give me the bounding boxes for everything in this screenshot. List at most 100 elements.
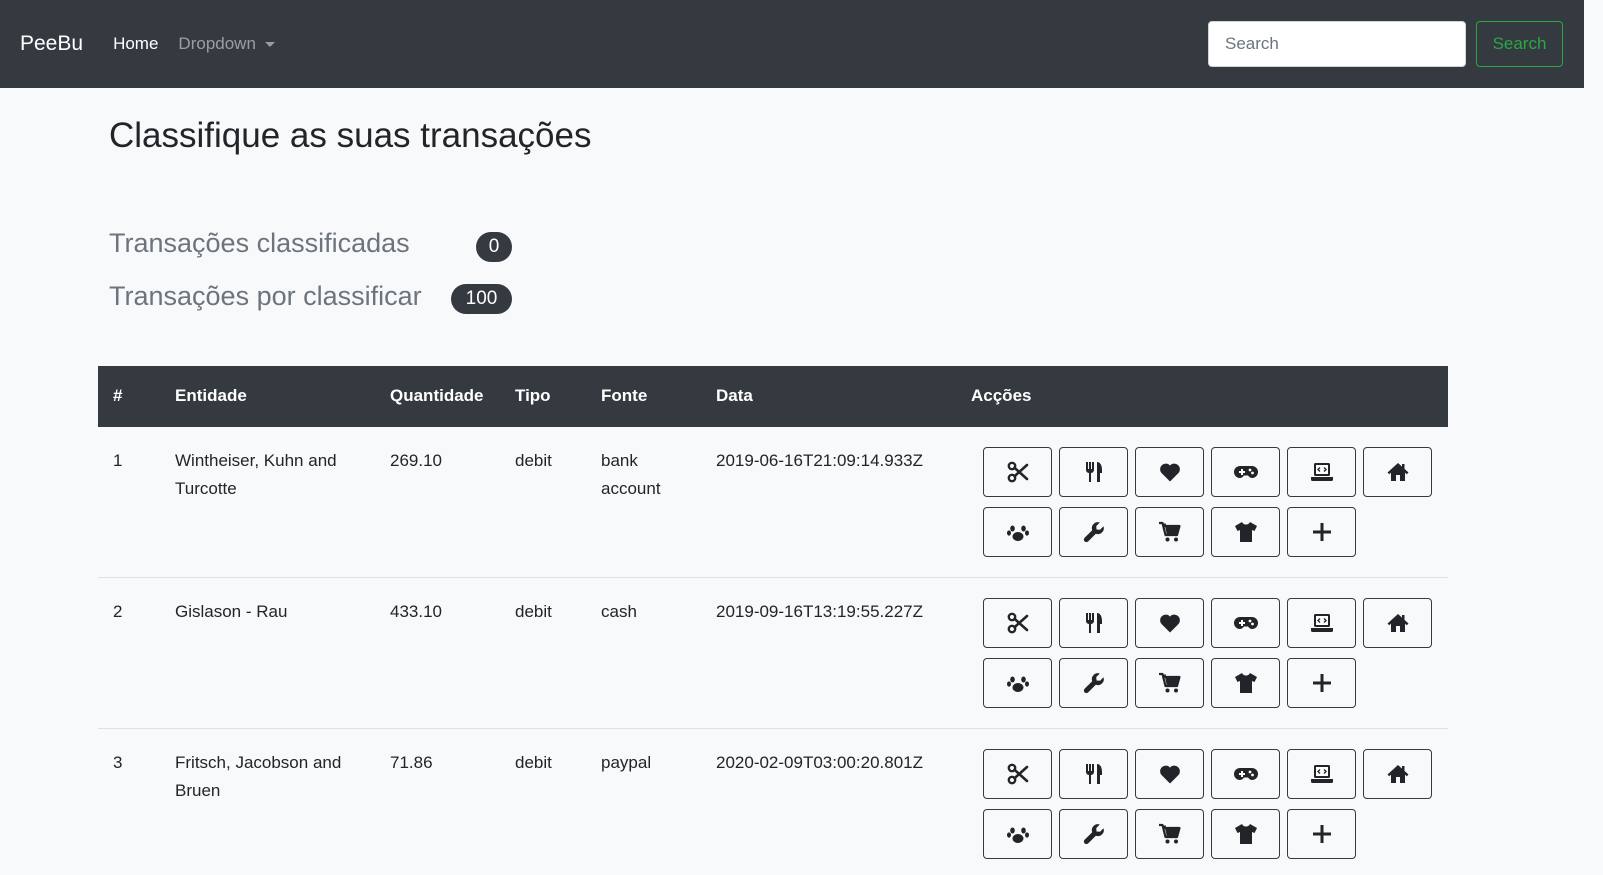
heart-button[interactable] [1135, 598, 1204, 648]
laptop-code-button[interactable] [1287, 598, 1356, 648]
cell-date: 2020-02-09T03:00:20.801Z [716, 753, 923, 772]
plus-icon [1312, 523, 1331, 541]
wrench-button[interactable] [1059, 658, 1128, 708]
plus-button[interactable] [1287, 809, 1356, 859]
scissors-button[interactable] [983, 598, 1052, 648]
scissors-button[interactable] [983, 749, 1052, 799]
plus-icon [1312, 674, 1331, 692]
header-date: Data [716, 386, 753, 405]
cell-entity: Fritsch, Jacobson and Bruen [175, 753, 342, 800]
laptop-code-icon [1310, 765, 1333, 783]
utensils-icon [1085, 613, 1102, 633]
stat-classified-label: Transações classificadas [109, 228, 410, 258]
heart-icon [1159, 463, 1180, 482]
wrench-button[interactable] [1059, 507, 1128, 557]
cell-source: paypal [601, 753, 652, 772]
navbar: PeeBu Home Dropdown Search [0, 0, 1584, 88]
caret-down-icon [264, 41, 275, 47]
paw-icon [1006, 676, 1029, 692]
heart-icon [1159, 614, 1180, 633]
wrench-icon [1083, 824, 1104, 845]
cell-quantity: 71.86 [390, 753, 433, 772]
utensils-button[interactable] [1059, 749, 1128, 799]
home-button[interactable] [1363, 598, 1432, 648]
paw-button[interactable] [983, 507, 1052, 557]
cell-date: 2019-09-16T13:19:55.227Z [716, 602, 923, 621]
cell-entity: Wintheiser, Kuhn and Turcotte [175, 451, 337, 498]
cell-type: debit [515, 451, 552, 470]
gamepad-icon [1233, 466, 1258, 478]
nav-link-home[interactable]: Home [113, 34, 158, 54]
stat-unclassified-badge: 100 [451, 284, 512, 314]
home-button[interactable] [1363, 447, 1432, 497]
plus-button[interactable] [1287, 507, 1356, 557]
home-icon [1387, 463, 1408, 481]
tshirt-button[interactable] [1211, 658, 1280, 708]
plus-icon [1312, 825, 1331, 843]
header-quantity: Quantidade [390, 386, 484, 405]
search-button[interactable]: Search [1476, 21, 1563, 67]
search-input[interactable] [1208, 21, 1466, 67]
cart-icon [1158, 823, 1181, 844]
cell-quantity: 433.10 [390, 602, 442, 621]
cell-quantity: 269.10 [390, 451, 442, 470]
gamepad-icon [1233, 768, 1258, 780]
cell-num: 1 [113, 451, 123, 470]
cart-button[interactable] [1135, 658, 1204, 708]
header-entity: Entidade [175, 386, 247, 405]
header-num: # [113, 386, 123, 405]
cell-source: bank account [601, 451, 661, 498]
nav-dropdown[interactable]: Dropdown [178, 34, 275, 54]
cell-source: cash [601, 602, 637, 621]
scissors-icon [1007, 461, 1028, 483]
table-row: 1 Wintheiser, Kuhn and Turcotte 269.10 d… [98, 427, 1448, 578]
gamepad-button[interactable] [1211, 749, 1280, 799]
page-title: Classifique as suas transações [109, 116, 592, 155]
gamepad-button[interactable] [1211, 447, 1280, 497]
table-row: 2 Gislason - Rau 433.10 debit cash 2019-… [98, 578, 1448, 729]
brand-logo[interactable]: PeeBu [20, 32, 83, 56]
utensils-button[interactable] [1059, 598, 1128, 648]
cell-date: 2019-06-16T21:09:14.933Z [716, 451, 923, 470]
laptop-code-button[interactable] [1287, 749, 1356, 799]
header-type: Tipo [515, 386, 551, 405]
heart-button[interactable] [1135, 447, 1204, 497]
tshirt-button[interactable] [1211, 809, 1280, 859]
cart-icon [1158, 521, 1181, 542]
tshirt-icon [1234, 824, 1257, 844]
scissors-button[interactable] [983, 447, 1052, 497]
paw-icon [1006, 525, 1029, 541]
paw-button[interactable] [983, 658, 1052, 708]
home-icon [1387, 614, 1408, 632]
tshirt-icon [1234, 673, 1257, 693]
cart-icon [1158, 672, 1181, 693]
tshirt-button[interactable] [1211, 507, 1280, 557]
cart-button[interactable] [1135, 507, 1204, 557]
wrench-icon [1083, 522, 1104, 543]
home-button[interactable] [1363, 749, 1432, 799]
utensils-button[interactable] [1059, 447, 1128, 497]
cell-entity: Gislason - Rau [175, 602, 288, 621]
gamepad-button[interactable] [1211, 598, 1280, 648]
cart-button[interactable] [1135, 809, 1204, 859]
table-row: 3 Fritsch, Jacobson and Bruen 71.86 debi… [98, 729, 1448, 875]
paw-button[interactable] [983, 809, 1052, 859]
paw-icon [1006, 827, 1029, 843]
header-actions: Acções [971, 386, 1032, 405]
scissors-icon [1007, 612, 1028, 634]
utensils-icon [1085, 764, 1102, 784]
tshirt-icon [1234, 522, 1257, 542]
cell-type: debit [515, 753, 552, 772]
wrench-icon [1083, 673, 1104, 694]
stat-unclassified-label: Transações por classificar [109, 281, 422, 311]
header-source: Fonte [601, 386, 648, 405]
heart-icon [1159, 765, 1180, 784]
wrench-button[interactable] [1059, 809, 1128, 859]
plus-button[interactable] [1287, 658, 1356, 708]
transactions-table: # Entidade Quantidade Tipo Fonte Data Ac… [98, 366, 1448, 875]
laptop-code-button[interactable] [1287, 447, 1356, 497]
home-icon [1387, 765, 1408, 783]
gamepad-icon [1233, 617, 1258, 629]
nav-dropdown-label: Dropdown [178, 34, 256, 53]
heart-button[interactable] [1135, 749, 1204, 799]
